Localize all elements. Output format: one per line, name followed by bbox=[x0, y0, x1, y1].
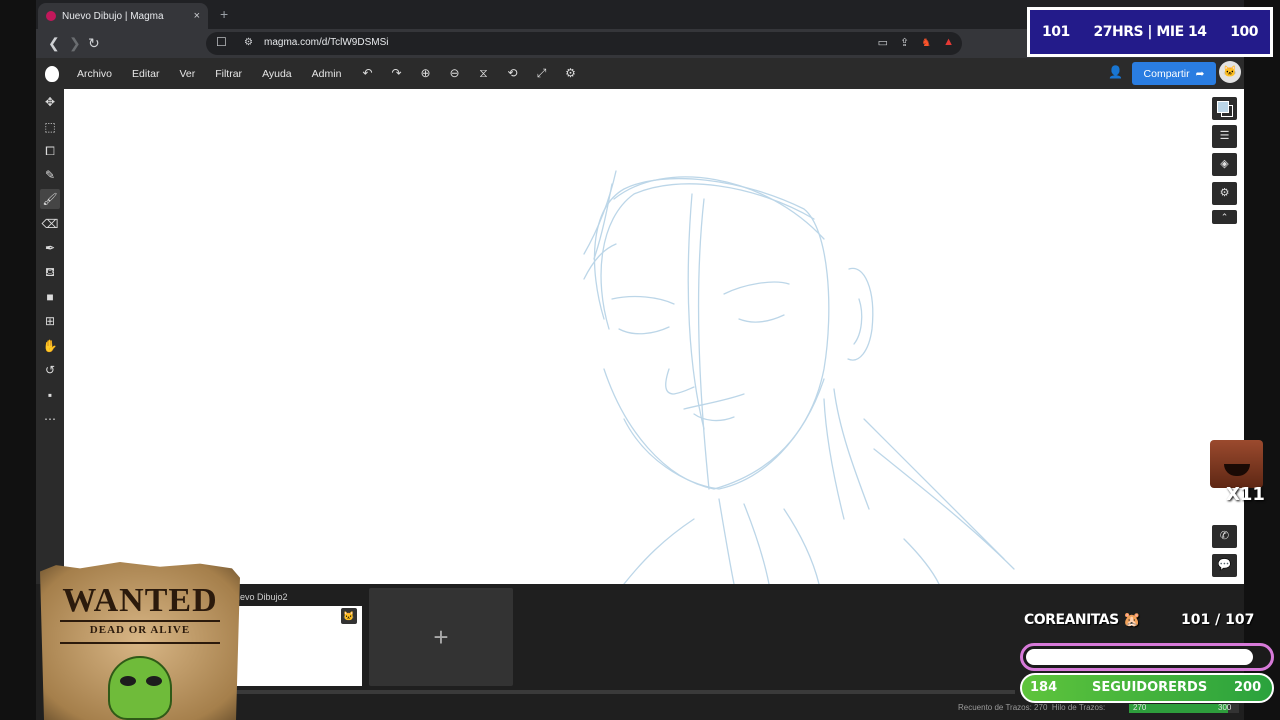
rotate-view-icon[interactable]: ↺ bbox=[40, 360, 60, 380]
tab-title: Nuevo Dibujo | Magma bbox=[62, 10, 164, 22]
reload-button[interactable]: ↻ bbox=[88, 35, 100, 52]
magma-app-bar: Archivo Editar Ver Filtrar Ayuda Admin ↶… bbox=[36, 58, 1244, 89]
document-thumb-label: uevo Dibujo2 bbox=[235, 592, 288, 602]
settings-icon[interactable]: ⚙ bbox=[563, 66, 578, 81]
tool-palette: ✥ ⬚ ⧠ ✎ 🖌 ⌫ ✒ ⛾ ■ ⊞ ✋ ↺ ▪ ⋯ bbox=[36, 89, 64, 584]
chat-icon[interactable]: 💬 bbox=[1212, 554, 1237, 577]
magma-logo-icon[interactable] bbox=[45, 66, 59, 82]
shape-icon[interactable]: ■ bbox=[40, 287, 60, 307]
stream-left-count: 101 bbox=[1042, 24, 1070, 40]
coreanitas-goal-bar bbox=[1020, 643, 1274, 671]
menu-ayuda[interactable]: Ayuda bbox=[262, 68, 292, 80]
left-letterbox bbox=[0, 0, 36, 720]
back-button[interactable]: ❮ bbox=[48, 35, 60, 52]
add-icon[interactable]: ⊞ bbox=[40, 311, 60, 331]
pen-icon[interactable]: ✒ bbox=[40, 238, 60, 258]
thread-label: Hilo de Trazos: bbox=[1051, 703, 1106, 712]
selection-icon[interactable]: ⬚ bbox=[40, 117, 60, 137]
move-icon[interactable]: ✥ bbox=[40, 92, 60, 112]
layers-list-icon[interactable]: ☰ bbox=[1212, 125, 1237, 148]
menu-editar[interactable]: Editar bbox=[132, 68, 159, 80]
site-info-icon[interactable]: ⚙ bbox=[244, 37, 253, 48]
fullscreen-icon[interactable]: ⤢ bbox=[534, 66, 549, 81]
new-document-button[interactable]: + bbox=[369, 588, 513, 686]
stroke-count-text: Recuento de Trazos: 270 bbox=[958, 703, 1048, 712]
flip-icon[interactable]: ⧖ bbox=[476, 66, 491, 81]
omnibox-icons: ▭ ⇪ ♞ ▲ bbox=[878, 36, 954, 49]
wanted-poster: WANTED DEAD OR ALIVE bbox=[40, 562, 240, 720]
thread-value: 270 bbox=[1133, 703, 1147, 712]
phone-icon[interactable]: ✆ bbox=[1212, 525, 1237, 548]
document-owner-icon: 🐱 bbox=[341, 608, 357, 624]
brush-icon[interactable]: 🖌 bbox=[40, 189, 60, 209]
zoom-out-icon[interactable]: ⊖ bbox=[447, 66, 462, 81]
followers-current: 184 bbox=[1030, 680, 1058, 695]
frog-eye bbox=[120, 676, 136, 686]
screen: Nuevo Dibujo | Magma × + ❮ ❯ ↻ ☐ ⚙ magma… bbox=[0, 0, 1280, 720]
share-button-label: Compartir bbox=[1143, 67, 1190, 80]
frog-eye bbox=[146, 676, 162, 686]
emote-combo: X11 bbox=[1210, 440, 1265, 506]
eraser-icon[interactable]: ⌫ bbox=[40, 214, 60, 234]
bookmark-icon[interactable]: ☐ bbox=[216, 35, 227, 49]
action-toolbar: ↶ ↷ ⊕ ⊖ ⧖ ⟲ ⤢ ⚙ bbox=[360, 66, 578, 81]
frog-character-image bbox=[108, 656, 172, 720]
share-icon[interactable]: ⇪ bbox=[900, 36, 909, 49]
invite-user-icon[interactable]: 👤 bbox=[1108, 65, 1123, 79]
followers-goal: 200 bbox=[1234, 680, 1262, 695]
coreanitas-goal-fill bbox=[1026, 649, 1254, 665]
browser-tab[interactable]: Nuevo Dibujo | Magma × bbox=[38, 3, 208, 29]
brave-rewards-icon[interactable]: ▲ bbox=[943, 36, 954, 49]
forward-button[interactable]: ❯ bbox=[69, 35, 81, 52]
thread-max: 300 bbox=[1218, 703, 1232, 712]
user-avatar[interactable]: 🐱 bbox=[1219, 61, 1241, 83]
coreanitas-label: COREANITAS 🐹 bbox=[1024, 612, 1140, 628]
transform-icon[interactable]: ⧠ bbox=[40, 141, 60, 161]
sketch-drawing bbox=[583, 170, 1015, 584]
poster-rule bbox=[60, 642, 220, 644]
document-strip-scrollbar[interactable] bbox=[235, 690, 1015, 694]
undo-icon[interactable]: ↶ bbox=[360, 66, 375, 81]
share-button[interactable]: Compartir ➦ bbox=[1132, 62, 1216, 85]
stream-right-count: 100 bbox=[1230, 24, 1258, 40]
rotate-icon[interactable]: ⟲ bbox=[505, 66, 520, 81]
laughing-emote-image bbox=[1210, 440, 1263, 488]
main-menu: Archivo Editar Ver Filtrar Ayuda Admin bbox=[77, 68, 361, 80]
collapse-icon[interactable]: ⌃ bbox=[1212, 210, 1237, 224]
redo-icon[interactable]: ↷ bbox=[389, 66, 404, 81]
url-text[interactable]: magma.com/d/TclW9DSMSi bbox=[264, 37, 388, 48]
new-tab-button[interactable]: + bbox=[220, 6, 228, 22]
emote-multiplier: X11 bbox=[1226, 484, 1265, 505]
comment-icon[interactable]: ▪ bbox=[40, 385, 60, 405]
tab-close-icon[interactable]: × bbox=[194, 10, 200, 22]
drawing-canvas[interactable] bbox=[64, 89, 1244, 584]
settings-panel-icon[interactable]: ⚙ bbox=[1212, 182, 1237, 205]
zoom-in-icon[interactable]: ⊕ bbox=[418, 66, 433, 81]
poster-rule bbox=[60, 620, 220, 622]
stream-schedule: 27HRS | MIE 14 bbox=[1093, 24, 1207, 40]
brave-lion-icon[interactable]: ♞ bbox=[921, 36, 931, 49]
layers-icon[interactable]: ◈ bbox=[1212, 153, 1237, 176]
stroke-count: Recuento de Trazos: 270 Hilo de Trazos: bbox=[958, 703, 1105, 712]
menu-ver[interactable]: Ver bbox=[179, 68, 195, 80]
stream-counter-box: 101 27HRS | MIE 14 100 bbox=[1027, 7, 1273, 57]
fill-icon[interactable]: ⛾ bbox=[40, 262, 60, 282]
menu-archivo[interactable]: Archivo bbox=[77, 68, 112, 80]
menu-admin[interactable]: Admin bbox=[312, 68, 342, 80]
wanted-subtitle: DEAD OR ALIVE bbox=[89, 624, 191, 636]
cast-icon[interactable]: ▭ bbox=[878, 36, 888, 49]
share-arrow-icon: ➦ bbox=[1195, 67, 1205, 80]
magma-favicon-icon bbox=[46, 11, 56, 21]
omnibox[interactable]: ☐ ⚙ magma.com/d/TclW9DSMSi ▭ ⇪ ♞ ▲ bbox=[206, 32, 962, 55]
menu-filtrar[interactable]: Filtrar bbox=[215, 68, 242, 80]
hand-icon[interactable]: ✋ bbox=[40, 336, 60, 356]
primary-color-swatch bbox=[1217, 101, 1229, 113]
wanted-title: WANTED bbox=[62, 582, 218, 619]
followers-label: SEGUIDORERDS bbox=[1092, 680, 1208, 695]
color-picker-button[interactable] bbox=[1212, 97, 1237, 120]
emote-mouth bbox=[1224, 464, 1250, 476]
more-icon[interactable]: ⋯ bbox=[40, 409, 60, 429]
coreanitas-count: 101 / 107 bbox=[1181, 612, 1255, 628]
eyedropper-icon[interactable]: ✎ bbox=[40, 165, 60, 185]
